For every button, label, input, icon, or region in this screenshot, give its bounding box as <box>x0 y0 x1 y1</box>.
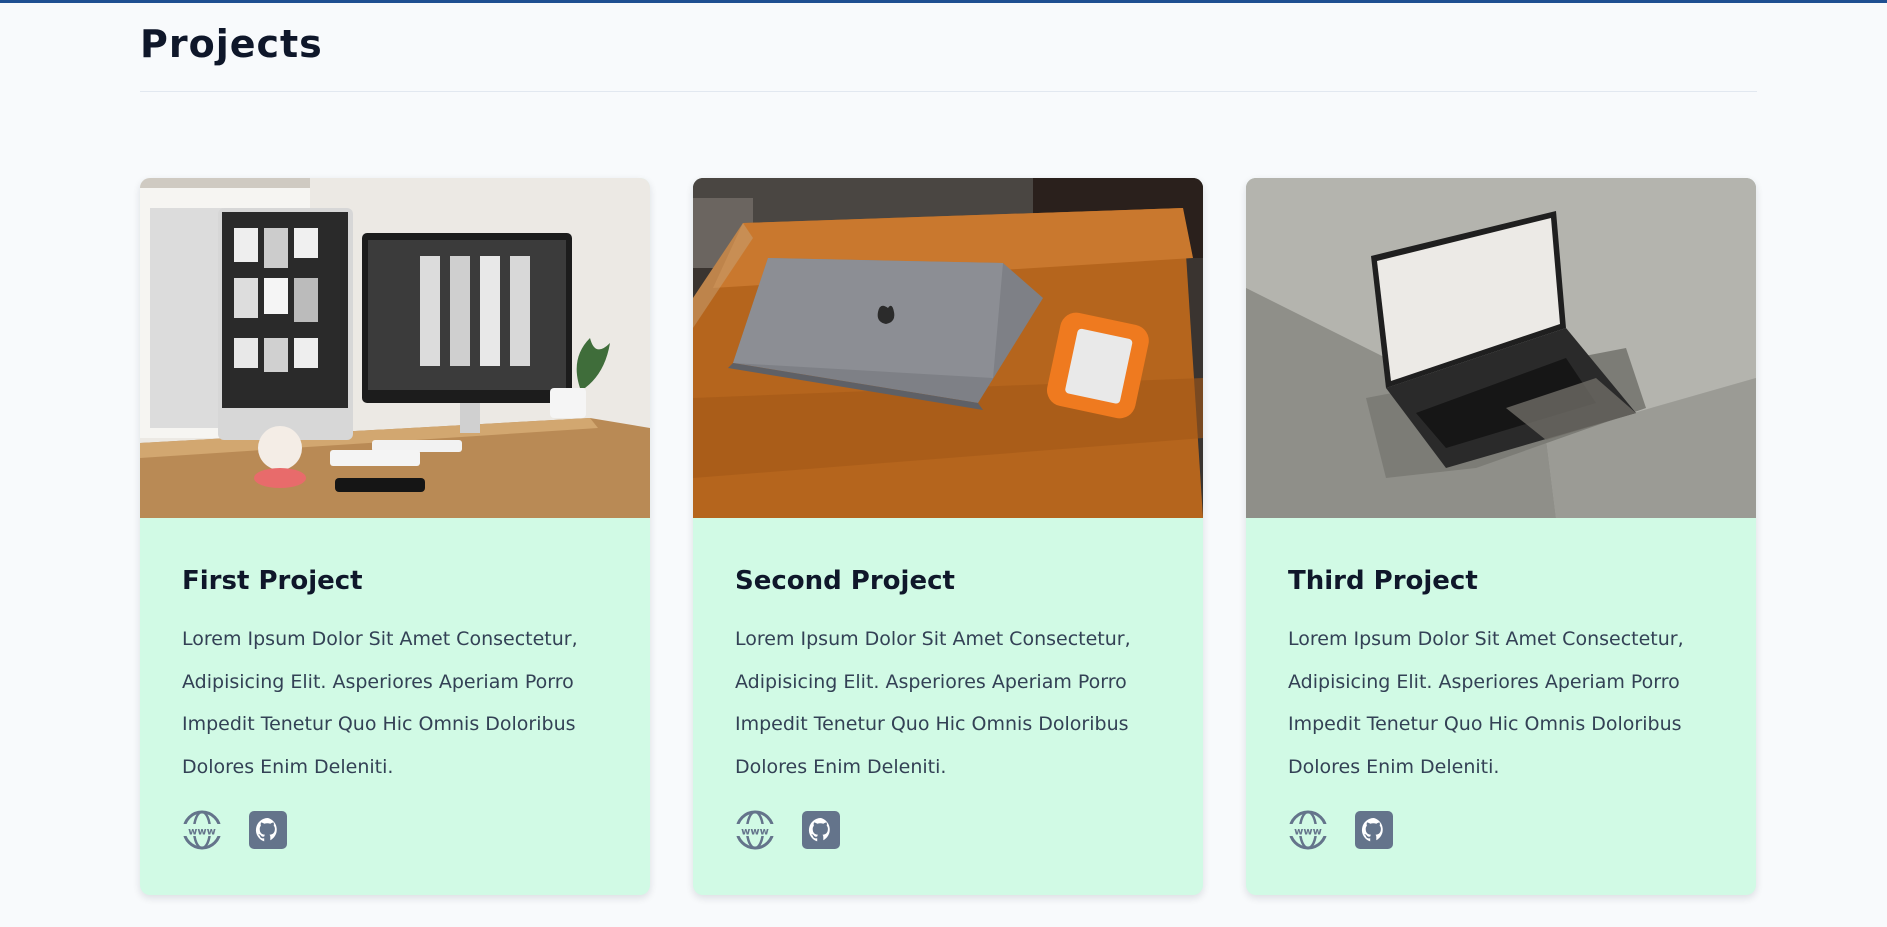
page-title: Projects <box>140 22 323 66</box>
github-icon[interactable] <box>801 810 841 850</box>
www-globe-icon[interactable]: www <box>735 810 775 850</box>
project-card: Second Project Lorem Ipsum Dolor Sit Ame… <box>693 178 1203 895</box>
svg-text:www: www <box>1294 827 1322 838</box>
projects-grid: First Project Lorem Ipsum Dolor Sit Amet… <box>140 178 1757 895</box>
header-divider <box>140 91 1757 92</box>
www-globe-icon[interactable]: www <box>1288 810 1328 850</box>
page-header: Projects <box>140 18 1757 70</box>
project-title: Third Project <box>1288 566 1478 596</box>
project-card-body: Second Project Lorem Ipsum Dolor Sit Ame… <box>693 564 1203 850</box>
project-card: First Project Lorem Ipsum Dolor Sit Amet… <box>140 178 650 895</box>
project-links: www <box>1288 810 1714 850</box>
project-title: First Project <box>182 566 363 596</box>
project-card: Third Project Lorem Ipsum Dolor Sit Amet… <box>1246 178 1756 895</box>
project-title: Second Project <box>735 566 955 596</box>
project-card-body: First Project Lorem Ipsum Dolor Sit Amet… <box>140 564 650 850</box>
top-accent-bar <box>0 0 1887 3</box>
svg-text:www: www <box>188 827 216 838</box>
project-image <box>1246 178 1756 518</box>
svg-text:www: www <box>741 827 769 838</box>
project-image <box>693 178 1203 518</box>
project-card-body: Third Project Lorem Ipsum Dolor Sit Amet… <box>1246 564 1756 850</box>
project-links: www <box>182 810 608 850</box>
project-description: Lorem Ipsum Dolor Sit Amet Consectetur, … <box>1288 628 1684 778</box>
project-image <box>140 178 650 518</box>
github-icon[interactable] <box>248 810 288 850</box>
github-icon[interactable] <box>1354 810 1394 850</box>
project-description: Lorem Ipsum Dolor Sit Amet Consectetur, … <box>735 628 1131 778</box>
project-links: www <box>735 810 1161 850</box>
project-description: Lorem Ipsum Dolor Sit Amet Consectetur, … <box>182 628 578 778</box>
www-globe-icon[interactable]: www <box>182 810 222 850</box>
